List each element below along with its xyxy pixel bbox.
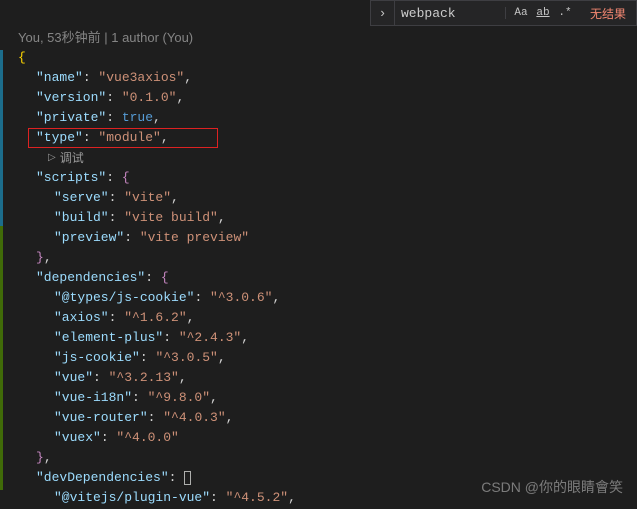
json-key: "version" bbox=[36, 90, 106, 105]
json-value: "^3.0.6" bbox=[210, 290, 272, 305]
match-word-icon[interactable]: ab bbox=[534, 7, 552, 19]
json-key: "build" bbox=[54, 210, 109, 225]
json-key: "scripts" bbox=[36, 170, 106, 185]
json-open-brace: { bbox=[18, 50, 26, 65]
json-key: "js-cookie" bbox=[54, 350, 140, 365]
json-value: "vue3axios" bbox=[98, 70, 184, 85]
codelens-label: 调试 bbox=[60, 148, 84, 168]
git-blame-annotation: You, 53秒钟前 | 1 author (You) bbox=[18, 28, 637, 48]
find-widget: › webpack Aa ab .* 无结果 bbox=[370, 0, 637, 26]
json-key: "dependencies" bbox=[36, 270, 145, 285]
json-key: "type" bbox=[36, 130, 83, 145]
code-editor[interactable]: You, 53秒钟前 | 1 author (You) { "name": "v… bbox=[0, 0, 637, 508]
json-key: "devDependencies" bbox=[36, 470, 169, 485]
json-value: "vite build" bbox=[124, 210, 218, 225]
match-case-icon[interactable]: Aa bbox=[512, 7, 530, 19]
json-value: "^1.6.2" bbox=[124, 310, 186, 325]
json-value: "^4.0.3" bbox=[163, 410, 225, 425]
json-key: "serve" bbox=[54, 190, 109, 205]
toggle-replace-icon[interactable]: › bbox=[371, 1, 395, 25]
json-key: "element-plus" bbox=[54, 330, 163, 345]
json-key: "vue-i18n" bbox=[54, 390, 132, 405]
json-value: "vite preview" bbox=[140, 230, 249, 245]
watermark: CSDN @你的眼睛會笑 bbox=[481, 477, 623, 497]
json-value: "0.1.0" bbox=[122, 90, 177, 105]
json-value: "^4.0.0" bbox=[116, 430, 178, 445]
json-value: "vite" bbox=[124, 190, 171, 205]
cursor bbox=[184, 471, 191, 485]
json-key: "vue" bbox=[54, 370, 93, 385]
json-key: "vuex" bbox=[54, 430, 101, 445]
json-value: "^4.5.2" bbox=[226, 490, 288, 505]
json-value: true bbox=[122, 110, 153, 125]
json-value: "module" bbox=[98, 130, 160, 145]
search-result-count: 无结果 bbox=[580, 5, 636, 22]
json-key: "private" bbox=[36, 110, 106, 125]
json-key: "name" bbox=[36, 70, 83, 85]
json-key: "@vitejs/plugin-vue" bbox=[54, 490, 210, 505]
search-input[interactable]: webpack bbox=[395, 6, 505, 21]
json-key: "@types/js-cookie" bbox=[54, 290, 194, 305]
play-icon: ▷ bbox=[48, 148, 56, 168]
json-value: "^9.8.0" bbox=[148, 390, 210, 405]
json-key: "preview" bbox=[54, 230, 124, 245]
json-value: "^3.0.5" bbox=[155, 350, 217, 365]
json-key: "axios" bbox=[54, 310, 109, 325]
json-value: "^2.4.3" bbox=[179, 330, 241, 345]
json-value: "^3.2.13" bbox=[109, 370, 179, 385]
regex-icon[interactable]: .* bbox=[556, 7, 574, 19]
json-key: "vue-router" bbox=[54, 410, 148, 425]
gutter-change-indicator bbox=[0, 50, 3, 490]
codelens-debug[interactable]: ▷调试 bbox=[18, 148, 637, 168]
